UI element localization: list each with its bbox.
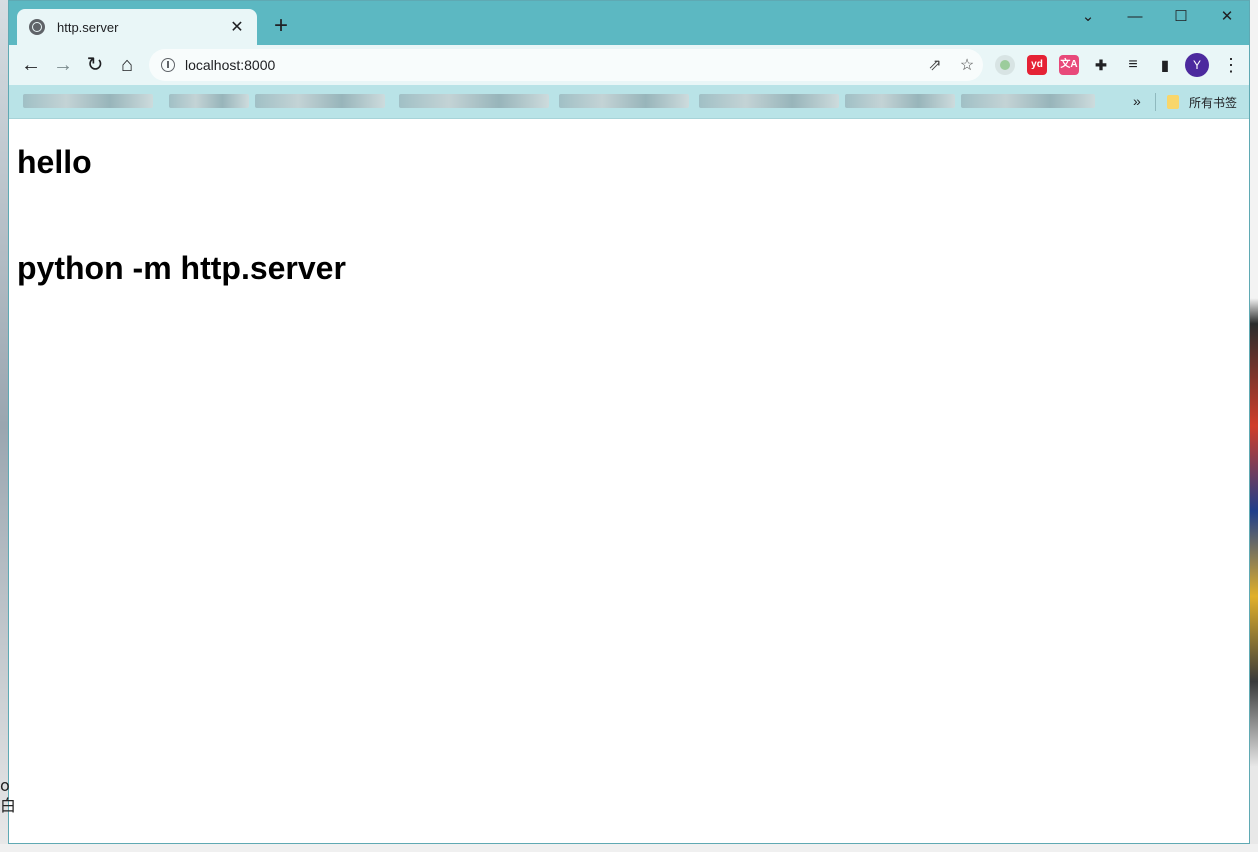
folder-icon <box>1167 95 1179 109</box>
desktop-background-right <box>1250 0 1258 852</box>
bookmark-item-blurred[interactable] <box>255 94 385 108</box>
site-info-icon[interactable] <box>161 58 175 72</box>
minimize-button[interactable]: — <box>1112 3 1158 31</box>
bookmark-item-blurred[interactable] <box>399 94 549 108</box>
heading-command: python -m http.server <box>17 250 346 286</box>
reload-button[interactable]: ↻ <box>81 51 109 79</box>
home-button[interactable]: ⌂ <box>113 51 141 79</box>
bookmark-star-icon[interactable]: ☆ <box>951 55 983 75</box>
bookmark-item-blurred[interactable] <box>169 94 249 108</box>
translate-extension-icon[interactable]: 文A <box>1059 55 1079 75</box>
forward-button[interactable]: → <box>49 51 77 79</box>
bookmark-item-blurred[interactable] <box>845 94 955 108</box>
browser-window: http.server ✕ + ⌄ — ☐ ✕ ← → ↻ ⌂ localhos… <box>8 0 1250 844</box>
tab-search-icon[interactable]: ⌄ <box>1065 3 1111 31</box>
back-button[interactable]: ← <box>17 51 45 79</box>
browser-toolbar: ← → ↻ ⌂ localhost:8000 ⇗ ☆ yd 文A ✚ ≡ ▮ Y… <box>9 45 1249 85</box>
globe-icon <box>29 19 45 35</box>
tab-http-server[interactable]: http.server ✕ <box>17 9 257 45</box>
bookmark-item-blurred[interactable] <box>699 94 839 108</box>
bookmarks-divider <box>1155 93 1156 111</box>
menu-icon[interactable]: ⋮ <box>1217 51 1245 79</box>
circle-extension-icon[interactable] <box>995 55 1015 75</box>
youdao-extension-icon[interactable]: yd <box>1027 55 1047 75</box>
desktop-peek-text: o 白 <box>0 776 17 815</box>
url-text[interactable]: localhost:8000 <box>185 57 919 73</box>
bookmark-item-blurred[interactable] <box>559 94 689 108</box>
puzzle-extension-icon[interactable]: ✚ <box>1091 55 1111 75</box>
page-content: hello python -m http.server <box>9 119 1249 843</box>
side-panel-icon[interactable]: ▮ <box>1155 55 1175 75</box>
reading-list-icon[interactable]: ≡ <box>1123 55 1143 75</box>
tab-strip: http.server ✕ + ⌄ — ☐ ✕ <box>9 1 1249 45</box>
bookmarks-bar: » 所有书签 <box>9 85 1249 119</box>
address-bar[interactable]: localhost:8000 ⇗ ☆ <box>149 49 983 81</box>
close-window-button[interactable]: ✕ <box>1204 3 1249 31</box>
bookmark-item-blurred[interactable] <box>23 94 153 108</box>
share-icon[interactable]: ⇗ <box>919 55 951 75</box>
bookmarks-overflow-button[interactable]: » <box>1133 93 1141 109</box>
profile-avatar[interactable]: Y <box>1185 53 1209 77</box>
all-bookmarks-button[interactable]: 所有书签 <box>1189 94 1237 111</box>
desktop-background-bottom <box>0 844 1258 852</box>
bookmark-item-blurred[interactable] <box>961 94 1095 108</box>
tab-title: http.server <box>57 19 119 35</box>
new-tab-button[interactable]: + <box>267 13 295 41</box>
heading-hello: hello <box>17 144 92 180</box>
desktop-background <box>0 0 8 852</box>
tab-close-icon[interactable]: ✕ <box>227 17 247 37</box>
maximize-button[interactable]: ☐ <box>1158 3 1204 31</box>
